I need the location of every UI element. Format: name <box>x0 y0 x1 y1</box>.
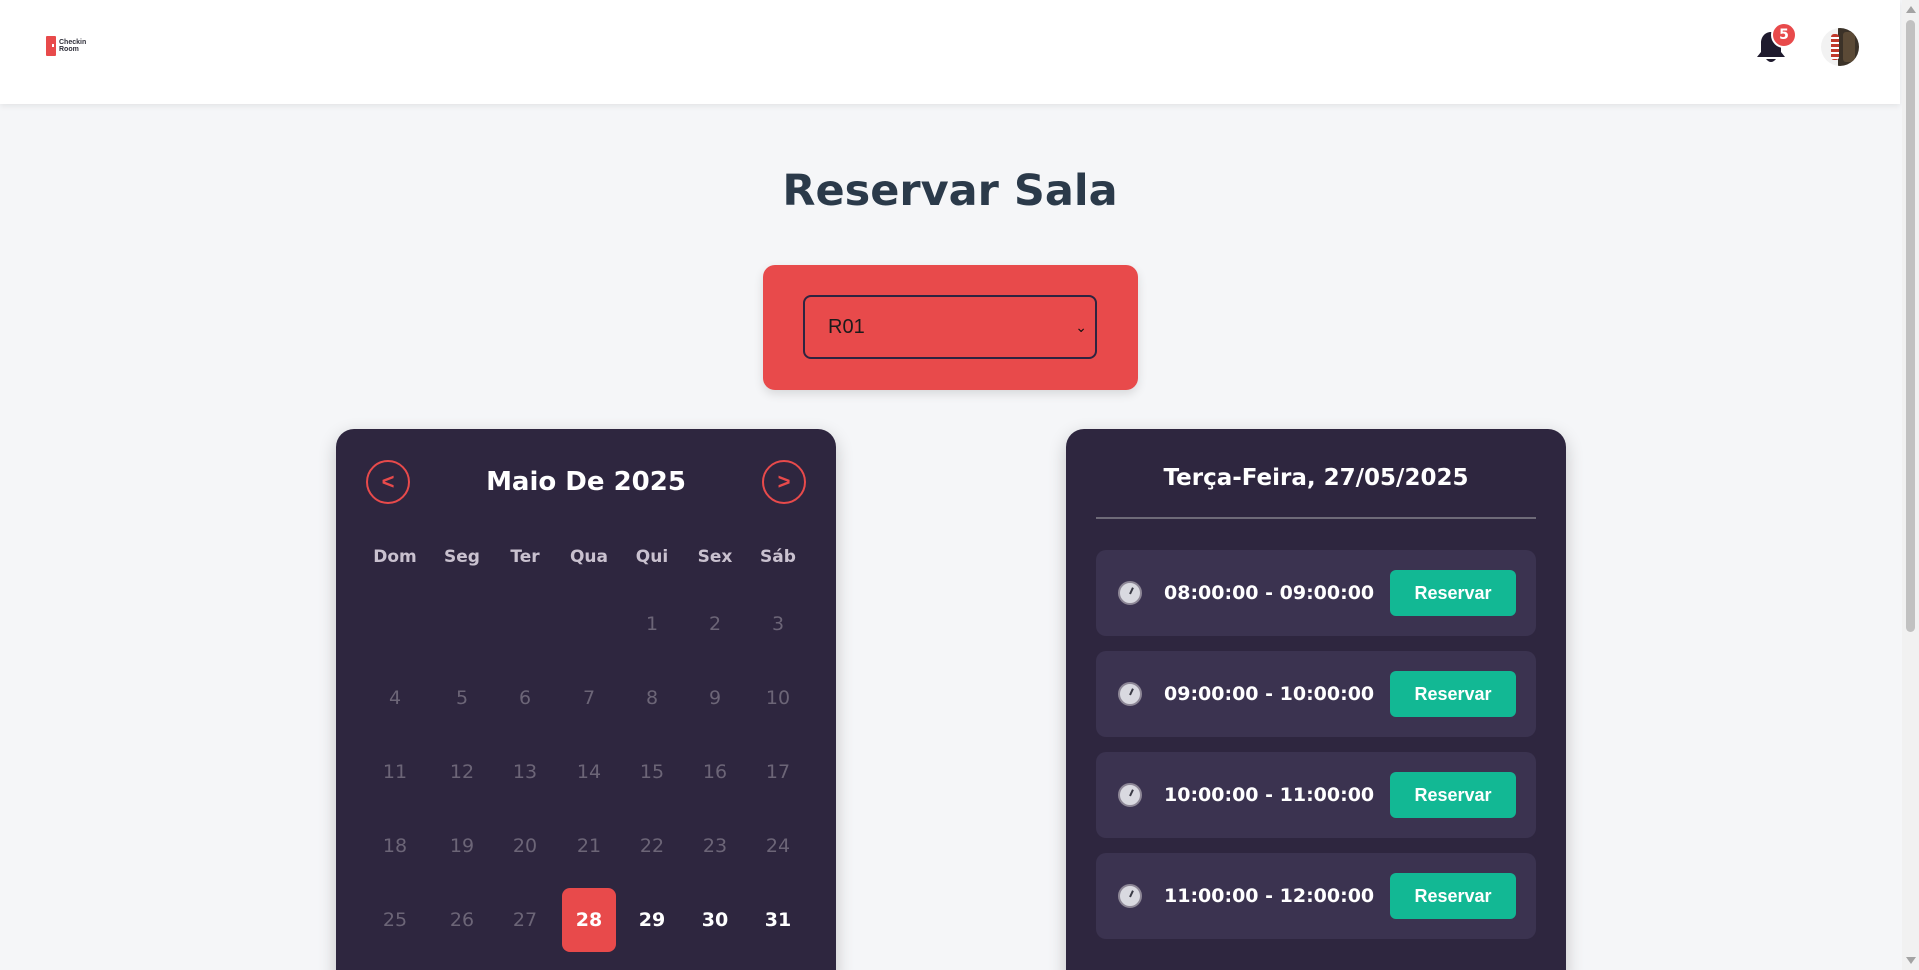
calendar-day[interactable]: 29 <box>625 888 679 952</box>
logo-line-1: Checkin <box>59 39 87 46</box>
calendar-day: 10 <box>765 687 791 709</box>
reserve-button[interactable]: Reservar <box>1390 570 1516 616</box>
notification-badge[interactable]: 5 <box>1771 22 1797 48</box>
calendar-day: 4 <box>388 687 402 709</box>
logo-door-icon <box>46 36 56 56</box>
clock-icon <box>1118 682 1142 706</box>
room-selector-card: R01 ⌄ <box>763 265 1138 390</box>
clock-icon <box>1118 884 1142 908</box>
calendar-day: 21 <box>576 835 602 857</box>
calendar-day-selected[interactable]: 28 <box>562 888 616 952</box>
scroll-up-arrow-icon[interactable] <box>1906 6 1916 13</box>
calendar-day: 5 <box>455 687 469 709</box>
time-slots-panel: Terça-Feira, 27/05/2025 08:00:00 - 09:00… <box>1066 429 1566 970</box>
app-logo[interactable]: Checkin Room <box>46 36 86 56</box>
scroll-down-arrow-icon[interactable] <box>1906 957 1916 964</box>
room-select[interactable]: R01 ⌄ <box>803 295 1097 359</box>
calendar-day: 20 <box>512 835 538 857</box>
reserve-button[interactable]: Reservar <box>1390 873 1516 919</box>
calendar-day: 15 <box>639 761 665 783</box>
calendar-day: 9 <box>708 687 722 709</box>
calendar-day: 24 <box>765 835 791 857</box>
reserve-button[interactable]: Reservar <box>1390 772 1516 818</box>
calendar-day: 14 <box>576 761 602 783</box>
calendar-days: 1 2 3 4 5 6 7 8 9 10 11 12 13 14 15 16 17 18 19 20 21 22 23 24 2… <box>336 429 836 970</box>
calendar-day: 1 <box>645 613 659 635</box>
logo-text: Checkin Room <box>59 39 86 53</box>
page-title: Reservar Sala <box>782 166 1118 216</box>
top-header: Checkin Room 5 <box>0 0 1900 104</box>
clock-icon <box>1118 581 1142 605</box>
calendar-day: 23 <box>702 835 728 857</box>
scroll-thumb[interactable] <box>1906 20 1915 632</box>
logo-line-2: Room <box>59 46 79 53</box>
chevron-down-icon: ⌄ <box>1075 318 1087 335</box>
calendar-day: 12 <box>449 761 475 783</box>
calendar-day: 7 <box>582 687 596 709</box>
calendar-day: 26 <box>449 909 475 931</box>
calendar-day: 2 <box>708 613 722 635</box>
calendar-day: 13 <box>512 761 538 783</box>
calendar-day: 3 <box>771 613 785 635</box>
slot-time: 08:00:00 - 09:00:00 <box>1164 582 1375 604</box>
slot-time: 10:00:00 - 11:00:00 <box>1164 784 1375 806</box>
time-slot: 11:00:00 - 12:00:00 Reservar <box>1096 853 1536 939</box>
page-scrollbar[interactable] <box>1902 0 1919 970</box>
calendar-day[interactable]: 30 <box>688 888 742 952</box>
calendar-day: 6 <box>518 687 532 709</box>
slot-time: 11:00:00 - 12:00:00 <box>1164 885 1375 907</box>
calendar-day: 19 <box>449 835 475 857</box>
calendar-day[interactable]: 31 <box>751 888 805 952</box>
calendar-day: 11 <box>382 761 408 783</box>
calendar-day: 18 <box>382 835 408 857</box>
calendar-day: 8 <box>645 687 659 709</box>
calendar-day: 27 <box>512 909 538 931</box>
slot-time: 09:00:00 - 10:00:00 <box>1164 683 1375 705</box>
calendar-day: 25 <box>382 909 408 931</box>
time-slot: 09:00:00 - 10:00:00 Reservar <box>1096 651 1536 737</box>
reserve-button[interactable]: Reservar <box>1390 671 1516 717</box>
avatar[interactable] <box>1821 28 1859 66</box>
calendar-day: 17 <box>765 761 791 783</box>
calendar-day: 16 <box>702 761 728 783</box>
calendar-day: 22 <box>639 835 665 857</box>
slots-date-title: Terça-Feira, 27/05/2025 <box>1163 465 1469 491</box>
calendar: < Maio De 2025 > Dom Seg Ter Qua Qui Sex Sáb 1… <box>336 429 836 970</box>
time-slot: 08:00:00 - 09:00:00 Reservar <box>1096 550 1536 636</box>
divider <box>1096 517 1536 519</box>
room-select-value: R01 <box>828 315 865 338</box>
time-slot: 10:00:00 - 11:00:00 Reservar <box>1096 752 1536 838</box>
clock-icon <box>1118 783 1142 807</box>
